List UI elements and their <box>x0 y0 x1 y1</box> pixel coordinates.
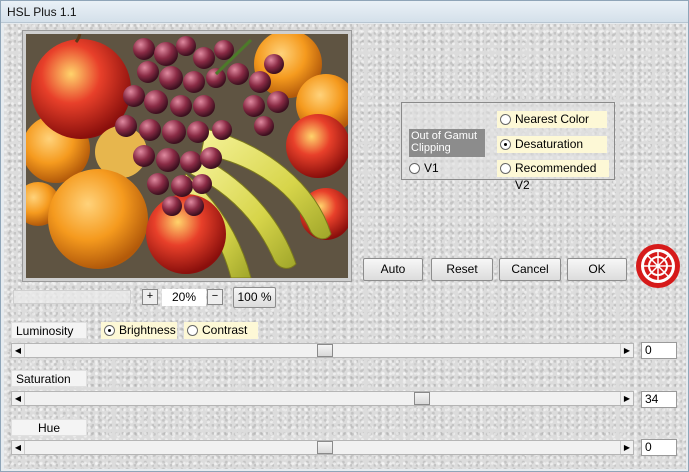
saturation-slider-thumb[interactable] <box>414 392 430 405</box>
title-bar: HSL Plus 1.1 <box>1 1 688 23</box>
reset-button[interactable]: Reset <box>431 258 493 281</box>
radio-contrast-label: Contrast <box>202 323 248 337</box>
luminosity-slider[interactable]: ◀ ▶ <box>11 343 634 358</box>
luminosity-right-arrow-icon[interactable]: ▶ <box>620 344 633 357</box>
plugin-logo-icon <box>636 244 680 288</box>
hue-right-arrow-icon[interactable]: ▶ <box>620 441 633 454</box>
cancel-button[interactable]: Cancel <box>499 258 561 281</box>
ok-button[interactable]: OK <box>567 258 627 281</box>
radio-desaturation-dot[interactable] <box>500 139 511 150</box>
saturation-value-input[interactable]: 34 <box>641 391 677 408</box>
radio-brightness-dot[interactable] <box>104 325 115 336</box>
zoom-level: 20% <box>162 289 206 306</box>
radio-contrast[interactable]: Contrast <box>184 322 258 339</box>
dialog-body: Out of Gamut Clipping Nearest Color Desa… <box>4 24 686 469</box>
gamut-label: Out of Gamut Clipping <box>409 129 485 157</box>
plugin-window: HSL Plus 1.1 Out of Gamut Clipping Neare… <box>0 0 689 472</box>
status-field <box>13 290 131 304</box>
luminosity-slider-thumb[interactable] <box>317 344 333 357</box>
radio-recommended-v2-label: Recommended V2 <box>515 161 597 192</box>
hue-slider[interactable]: ◀ ▶ <box>11 440 634 455</box>
luminosity-value-input[interactable]: 0 <box>641 342 677 359</box>
hue-left-arrow-icon[interactable]: ◀ <box>12 441 25 454</box>
radio-nearest-color[interactable]: Nearest Color <box>497 111 607 128</box>
hue-value-input[interactable]: 0 <box>641 439 677 456</box>
radio-recommended-v2[interactable]: Recommended V2 <box>497 160 609 192</box>
saturation-left-arrow-icon[interactable]: ◀ <box>12 392 25 405</box>
radio-v1-dot[interactable] <box>409 163 420 174</box>
radio-desaturation[interactable]: Desaturation <box>497 136 607 153</box>
preview-image <box>26 34 348 278</box>
luminosity-label: Luminosity <box>11 322 87 339</box>
radio-nearest-color-dot[interactable] <box>500 114 511 125</box>
hue-label: Hue <box>11 419 87 436</box>
radio-v1[interactable]: V1 <box>406 160 452 177</box>
hue-slider-thumb[interactable] <box>317 441 333 454</box>
radio-recommended-v2-dot[interactable] <box>500 163 511 174</box>
radio-nearest-color-label: Nearest Color <box>515 112 590 126</box>
zoom-100-button[interactable]: 100 % <box>233 287 276 308</box>
preview-panel <box>22 30 352 282</box>
radio-desaturation-label: Desaturation <box>515 137 584 151</box>
radio-contrast-dot[interactable] <box>187 325 198 336</box>
radio-v1-label: V1 <box>424 161 439 175</box>
luminosity-left-arrow-icon[interactable]: ◀ <box>12 344 25 357</box>
saturation-label: Saturation <box>11 370 87 387</box>
zoom-out-button[interactable]: − <box>207 289 223 305</box>
zoom-in-button[interactable]: + <box>142 289 158 305</box>
window-title: HSL Plus 1.1 <box>7 5 77 19</box>
saturation-right-arrow-icon[interactable]: ▶ <box>620 392 633 405</box>
saturation-slider[interactable]: ◀ ▶ <box>11 391 634 406</box>
auto-button[interactable]: Auto <box>363 258 423 281</box>
radio-brightness-label: Brightness <box>119 323 176 337</box>
radio-brightness[interactable]: Brightness <box>101 322 177 339</box>
